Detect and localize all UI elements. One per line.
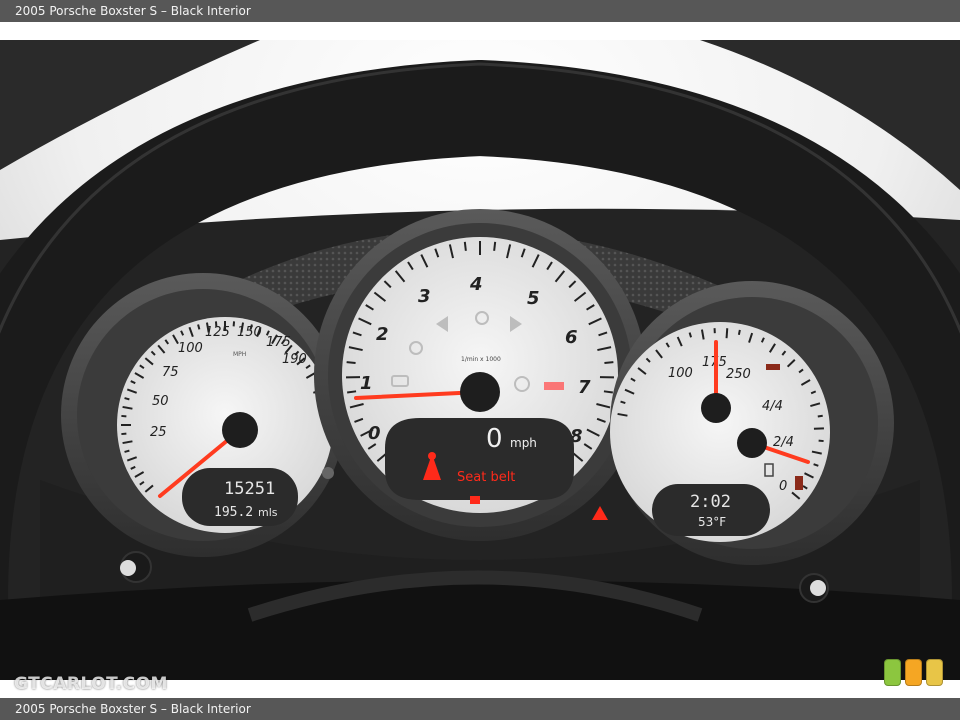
svg-text:100: 100 (178, 341, 203, 356)
svg-text:250: 250 (726, 367, 751, 382)
svg-text:MPH: MPH (233, 351, 246, 358)
badge-yellow (926, 659, 943, 686)
gauge-tick (817, 414, 823, 418)
odometer-readout: 15251 (224, 479, 275, 499)
rating-badges (884, 659, 943, 686)
gauge-tick (725, 328, 729, 339)
caption-bottom: 2005 Porsche Boxster S – Black Interior (0, 698, 960, 720)
gauge-tick (603, 390, 613, 394)
speedometer-gauge: 25 50 75 100 125 150 175 190 MPH (61, 273, 345, 557)
gauge-tick (604, 361, 614, 365)
svg-text:125: 125 (205, 325, 230, 340)
svg-text:2/4: 2/4 (773, 435, 794, 450)
gauge-tick (493, 241, 497, 251)
gauge-tick (346, 361, 356, 365)
svg-text:1: 1 (360, 373, 373, 394)
svg-text:150: 150 (237, 325, 262, 340)
svg-text:0: 0 (779, 479, 787, 494)
gauge-tick (124, 449, 130, 453)
svg-text:175: 175 (266, 335, 291, 350)
gauge-tick (737, 329, 741, 336)
trip-readout: 195.2 (214, 505, 253, 520)
svg-text:7: 7 (578, 377, 591, 398)
svg-text:4: 4 (469, 274, 483, 295)
svg-text:1/min x 1000: 1/min x 1000 (461, 356, 501, 363)
svg-text:4/4: 4/4 (762, 399, 783, 414)
gauge-tick (463, 241, 467, 251)
svg-text:5: 5 (527, 288, 540, 309)
gauge-tick (688, 332, 693, 338)
svg-text:2: 2 (376, 324, 389, 345)
clock-readout: 2:02 (690, 492, 731, 512)
badge-orange (905, 659, 922, 686)
svg-text:3: 3 (418, 286, 431, 307)
svg-text:190: 190 (282, 352, 307, 367)
seat-belt-warning: Seat belt (457, 470, 515, 485)
caption-top: 2005 Porsche Boxster S – Black Interior (0, 0, 960, 22)
instrument-cluster-photo: 25 50 75 100 125 150 175 190 MPH 0 1 2 3… (0, 40, 960, 680)
svg-text:50: 50 (152, 394, 169, 409)
gauge-tick (197, 324, 201, 330)
badge-green (884, 659, 901, 686)
svg-text:25: 25 (150, 425, 167, 440)
trip-unit: mls (258, 506, 278, 519)
tachometer-gauge: 0 1 2 3 4 5 6 7 8 1/min x 1000 (314, 209, 646, 541)
svg-text:100: 100 (668, 366, 693, 381)
gauge-tick (347, 390, 357, 394)
svg-text:75: 75 (162, 365, 179, 380)
svg-text:0: 0 (368, 423, 381, 444)
speed-readout: 0 (486, 424, 503, 454)
gauge-tick (620, 400, 626, 405)
svg-text:6: 6 (565, 327, 578, 348)
watermark-logo: GTCARLOT.COM (14, 674, 168, 694)
speed-unit: mph (510, 436, 537, 450)
outside-temp-readout: 53°F (698, 515, 726, 529)
gauge-tick (124, 397, 130, 401)
